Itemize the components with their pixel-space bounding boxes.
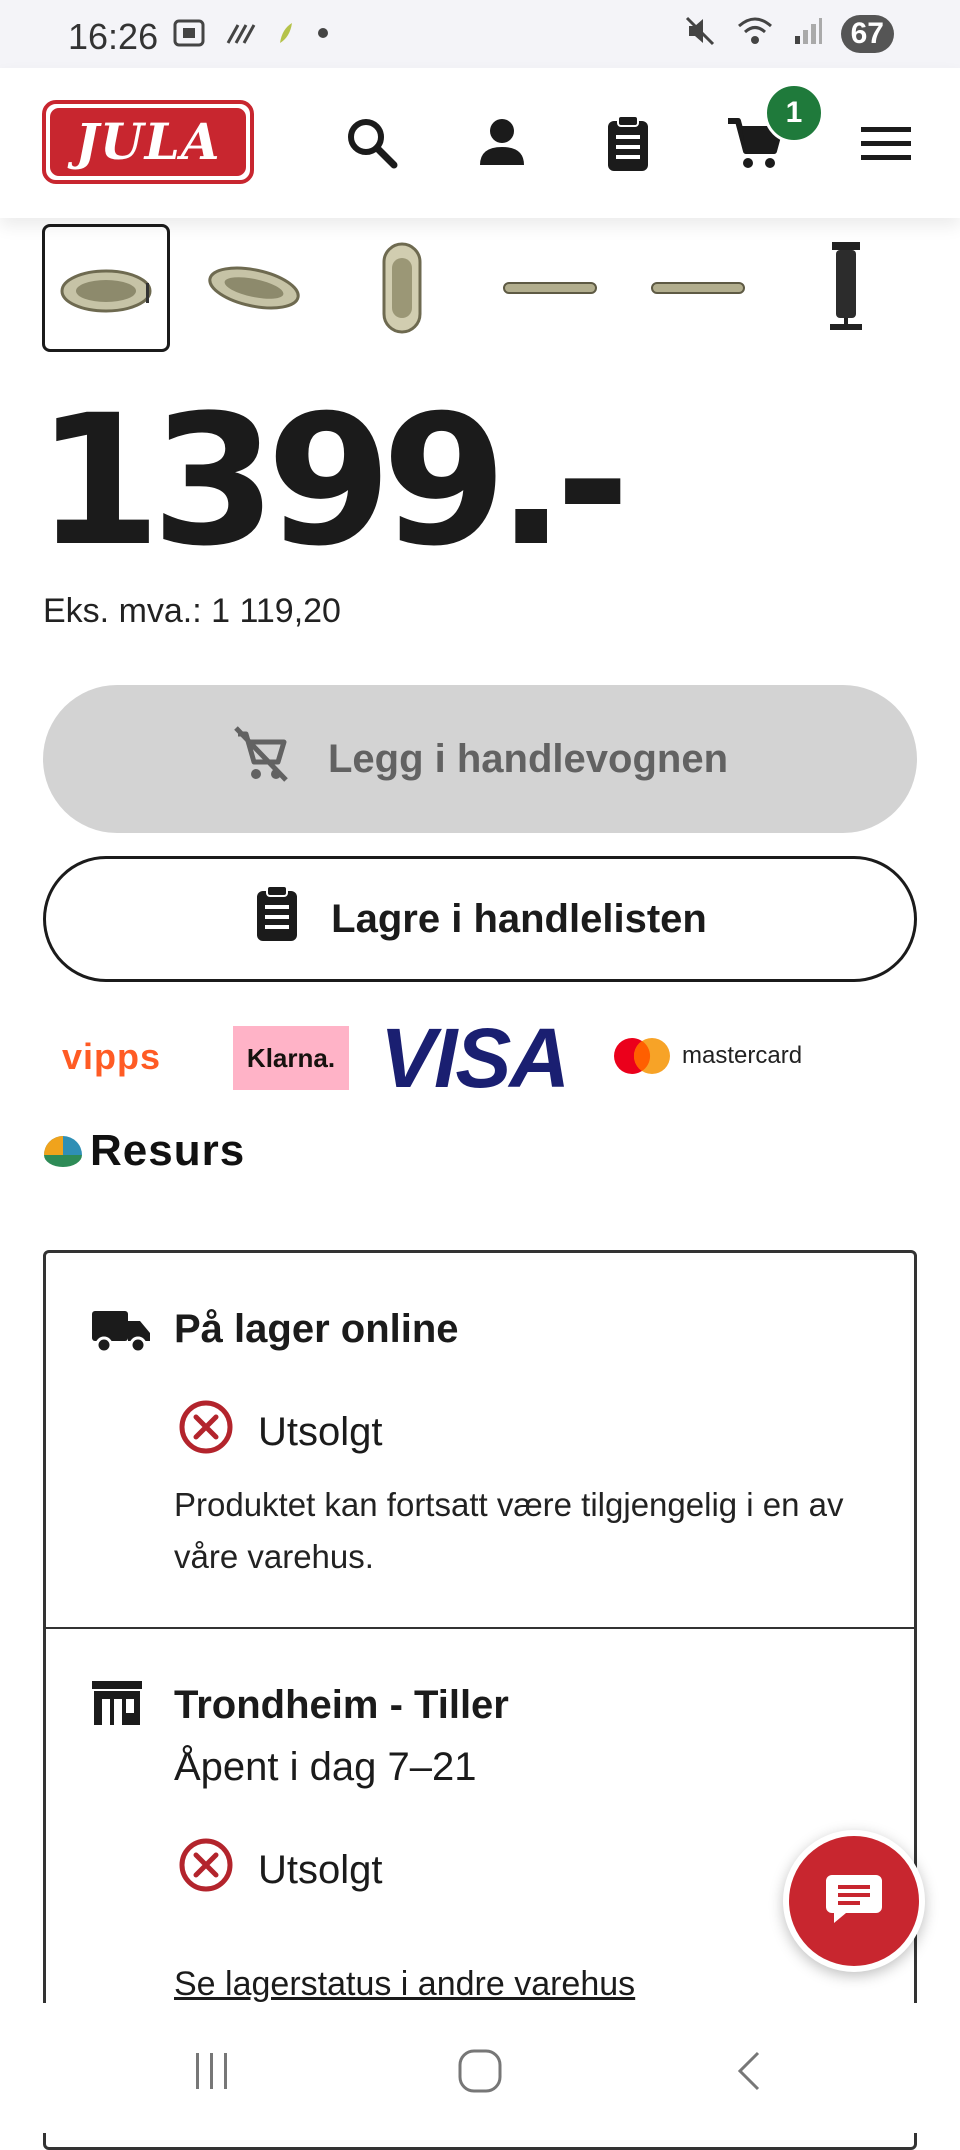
back-icon[interactable] [720, 2041, 780, 2101]
truck-icon [90, 1307, 152, 1360]
system-navigation-bar [0, 2003, 960, 2133]
thumbnail-pump[interactable] [782, 224, 910, 352]
status-right-icons: 67 [683, 14, 894, 53]
leaf-icon [276, 19, 296, 52]
mute-icon [683, 14, 717, 53]
jula-logo[interactable]: JULA [42, 100, 254, 184]
online-stock-status-text: Utsolgt [258, 1409, 383, 1454]
sold-out-icon [178, 1399, 234, 1465]
klarna-logo: Klarna. [233, 1026, 349, 1090]
status-notification-icons [172, 18, 330, 53]
logo-text: JULA [50, 108, 246, 176]
signal-lines-icon [226, 21, 256, 50]
dot-icon [316, 26, 330, 45]
search-icon[interactable] [342, 113, 402, 173]
thumbnail-boat-side-1[interactable] [486, 224, 614, 352]
cart-count-badge: 1 [764, 83, 824, 143]
vipps-logo: vipps [62, 1036, 162, 1077]
product-price: 1399.- [36, 377, 630, 586]
thumbnail-boat-top[interactable] [338, 224, 466, 352]
mastercard-text: mastercard [682, 1042, 803, 1069]
shopping-list-icon[interactable] [598, 113, 658, 173]
product-thumbnails [40, 224, 920, 358]
save-to-list-button[interactable]: Lagre i handlelisten [43, 856, 917, 982]
shopping-list-icon [253, 885, 301, 953]
online-stock-note: Produktet kan fortsatt være tilgjengelig… [174, 1486, 844, 1575]
online-stock-status: Utsolgt [178, 1399, 383, 1465]
online-stock-title: På lager online [174, 1307, 459, 1351]
thumbnail-boat-angle-1[interactable] [42, 224, 170, 352]
recent-apps-icon[interactable] [182, 2041, 242, 2101]
add-to-cart-button[interactable]: Legg i handlevognen [43, 685, 917, 833]
cell-signal-icon [793, 16, 823, 51]
cart-unavailable-icon [232, 724, 292, 794]
wifi-icon [735, 14, 775, 53]
save-to-list-label: Lagre i handlelisten [331, 896, 707, 941]
sold-out-icon [178, 1837, 234, 1903]
visa-logo: VISA [380, 1011, 570, 1105]
store-opening-hours: Åpent i dag 7–21 [174, 1745, 477, 1789]
chat-icon [824, 1871, 884, 1932]
chat-button[interactable] [783, 1830, 925, 1972]
home-icon[interactable] [450, 2041, 510, 2101]
store-name: Trondheim - Tiller [174, 1683, 509, 1727]
resurs-text: Resurs [90, 1126, 246, 1175]
battery-indicator: 67 [840, 14, 894, 53]
resurs-logo: Resurs [42, 1126, 245, 1176]
store-stock-status: Utsolgt [178, 1837, 383, 1903]
mastercard-logo: mastercard [612, 1036, 802, 1076]
menu-icon[interactable] [856, 113, 916, 173]
site-header: JULA 1 [0, 68, 960, 218]
screenshot-icon [172, 18, 206, 53]
store-icon [90, 1679, 144, 1732]
store-stock-status-text: Utsolgt [258, 1847, 383, 1892]
thumbnail-boat-side-2[interactable] [634, 224, 762, 352]
add-to-cart-label: Legg i handlevognen [327, 736, 729, 781]
status-bar: 16:26 67 [0, 0, 960, 68]
online-stock-section: På lager online Utsolgt Produktet kan fo… [46, 1253, 914, 1629]
price-ex-vat: Eks. mva.: 1 119,20 [43, 592, 341, 630]
thumbnail-boat-angle-2[interactable] [190, 224, 318, 352]
status-time: 16:26 [68, 16, 159, 57]
other-stores-stock-link[interactable]: Se lagerstatus i andre varehus [174, 1965, 635, 2004]
account-icon[interactable] [472, 113, 532, 173]
